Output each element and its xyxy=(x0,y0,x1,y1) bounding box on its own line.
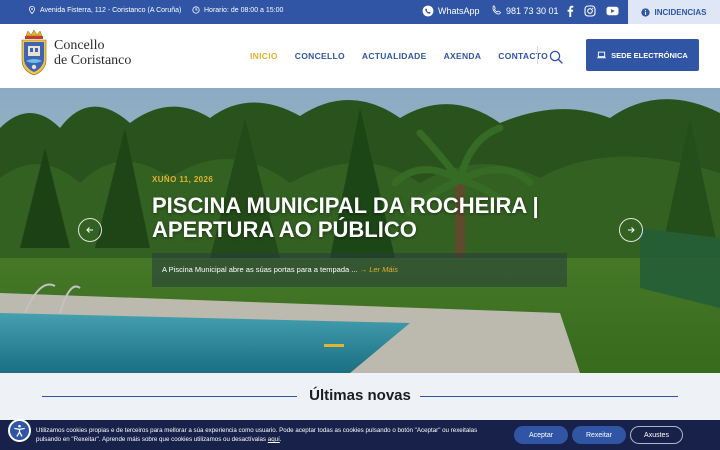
whatsapp-link[interactable]: WhatsApp xyxy=(422,5,480,17)
cookie-message-end: . xyxy=(279,436,282,443)
incidencias-label: INCIDENCIAS xyxy=(654,7,707,17)
instagram-icon[interactable] xyxy=(584,5,596,17)
nav-item-concello[interactable]: CONCELLO xyxy=(295,51,345,61)
location-pin-icon xyxy=(29,6,35,14)
clock-icon xyxy=(192,6,200,14)
address-text: Avenida Fisterra, 112 - Coristanco (A Co… xyxy=(40,6,182,14)
accessibility-icon xyxy=(14,424,25,437)
nav-item-contacto[interactable]: CONTACTO xyxy=(498,51,548,61)
hero-slider: XUÑO 11, 2026 PISCINA MUNICIPAL DA ROCHE… xyxy=(0,88,720,373)
cookie-accept-button[interactable]: Aceptar xyxy=(514,426,568,444)
phone-number: 981 73 30 01 xyxy=(506,5,559,16)
cookie-policy-link[interactable]: aquí xyxy=(268,436,280,443)
slider-dot-active[interactable] xyxy=(324,344,344,347)
nav-divider xyxy=(537,46,538,64)
address-info: Avenida Fisterra, 112 - Coristanco (A Co… xyxy=(28,6,181,14)
slide-date: XUÑO 11, 2026 xyxy=(152,175,214,184)
coat-of-arms-icon xyxy=(21,30,47,76)
cookie-settings-button[interactable]: Axustes xyxy=(630,426,683,444)
cookie-message: Utilizamos cookies propias e de terceiro… xyxy=(36,427,478,443)
whatsapp-icon xyxy=(422,5,434,17)
logo-line-1: Concello xyxy=(54,38,105,53)
read-more-link[interactable]: → Ler Máis xyxy=(360,265,398,274)
main-nav: INICIO CONCELLO ACTUALIDADE AXENDA CONTA… xyxy=(250,51,548,61)
top-info-bar: Avenida Fisterra, 112 - Coristanco (A Co… xyxy=(0,0,720,24)
arrow-right-icon xyxy=(628,227,635,233)
sede-electronica-label: SEDE ELECTRÓNICA xyxy=(611,50,688,60)
logo-line-2: de Coristanco xyxy=(54,53,132,68)
hours-text: Horario: de 08:00 a 15:00 xyxy=(204,6,284,14)
facebook-icon[interactable] xyxy=(566,5,574,17)
site-header: Concello de Coristanco INICIO CONCELLO A… xyxy=(0,24,720,88)
slider-next-button[interactable] xyxy=(619,218,643,242)
latest-news-heading: Últimas novas xyxy=(309,387,411,404)
latest-news-section: Últimas novas xyxy=(0,373,720,420)
incidencias-button[interactable]: INCIDENCIAS xyxy=(628,0,720,24)
nav-item-axenda[interactable]: AXENDA xyxy=(444,51,482,61)
nav-item-inicio[interactable]: INICIO xyxy=(250,51,278,61)
slide-excerpt-text: A Piscina Municipal abre as súas portas … xyxy=(162,265,358,274)
cookie-reject-button[interactable]: Rexeitar xyxy=(572,426,626,444)
youtube-icon[interactable] xyxy=(606,6,619,16)
nav-item-actualidade[interactable]: ACTUALIDADE xyxy=(362,51,427,61)
whatsapp-label: WhatsApp xyxy=(438,6,480,16)
cookie-banner: Utilizamos cookies propias e de terceiro… xyxy=(0,420,720,450)
cookie-text: Utilizamos cookies propias e de terceiro… xyxy=(36,426,496,444)
hours-info: Horario: de 08:00 a 15:00 xyxy=(192,6,283,14)
slide-title[interactable]: PISCINA MUNICIPAL DA ROCHEIRA | APERTURA… xyxy=(152,194,572,242)
slider-prev-button[interactable] xyxy=(78,218,102,242)
accessibility-button[interactable] xyxy=(8,419,31,442)
info-icon xyxy=(641,7,651,17)
search-icon[interactable] xyxy=(549,50,563,64)
social-links xyxy=(566,5,619,17)
site-logo[interactable]: Concello de Coristanco xyxy=(20,30,131,76)
slide-excerpt: A Piscina Municipal abre as súas portas … xyxy=(152,253,567,287)
sede-electronica-button[interactable]: SEDE ELECTRÓNICA xyxy=(586,39,699,71)
arrow-left-icon xyxy=(86,227,93,233)
laptop-icon xyxy=(597,51,606,59)
phone-icon xyxy=(492,5,501,15)
phone-link[interactable]: 981 73 30 01 xyxy=(491,5,559,16)
